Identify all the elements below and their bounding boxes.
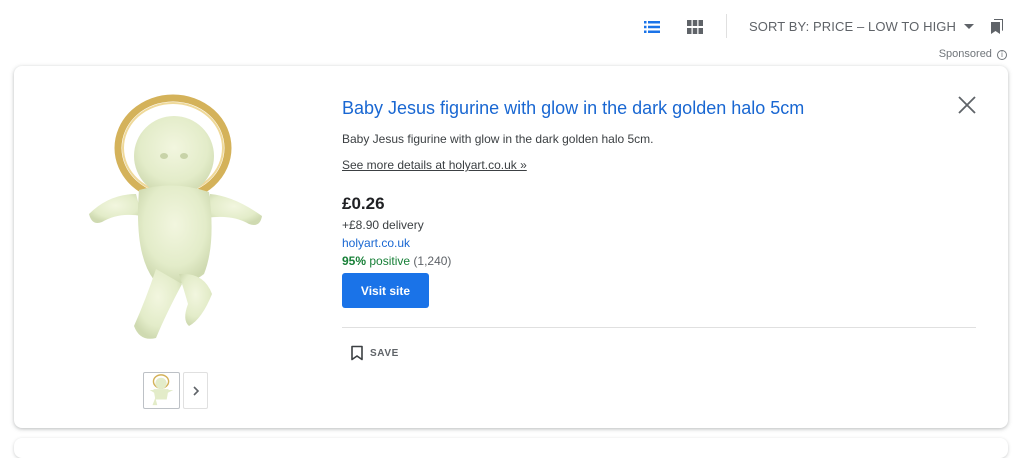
next-product-card	[14, 438, 1008, 458]
sponsored-text: Sponsored	[938, 48, 992, 60]
product-description: Baby Jesus figurine with glow in the dar…	[342, 132, 654, 146]
save-button[interactable]: SAVE	[350, 345, 399, 361]
sort-dropdown[interactable]: SORT BY: PRICE – LOW TO HIGH	[749, 19, 975, 34]
rating-count: (1,240)	[413, 254, 452, 268]
save-label: SAVE	[370, 347, 399, 359]
seller-rating: 95% positive (1,240)	[342, 254, 451, 268]
card-divider	[342, 327, 976, 328]
bookmark-icon	[351, 345, 363, 361]
product-thumbnail[interactable]	[143, 372, 180, 409]
sort-label: SORT BY: PRICE – LOW TO HIGH	[749, 19, 957, 34]
rating-label: positive	[369, 254, 411, 268]
results-toolbar: SORT BY: PRICE – LOW TO HIGH	[0, 0, 1024, 46]
sponsored-label: Sponsored i	[939, 48, 1007, 60]
chevron-down-icon	[964, 24, 975, 30]
delivery-cost: +£8.90 delivery	[342, 218, 424, 232]
product-card: Baby Jesus figurine with glow in the dar…	[14, 66, 1008, 428]
rating-percent: 95%	[342, 254, 367, 268]
product-image[interactable]	[84, 94, 274, 364]
visit-site-button[interactable]: Visit site	[342, 273, 429, 308]
chevron-right-icon	[192, 385, 199, 396]
product-price: £0.26	[342, 194, 385, 213]
list-view-icon[interactable]	[643, 18, 661, 36]
grid-view-icon[interactable]	[686, 18, 704, 36]
toolbar-divider	[726, 14, 727, 38]
thumbnail-image	[149, 374, 174, 406]
product-title[interactable]: Baby Jesus figurine with glow in the dar…	[342, 98, 804, 119]
bookmarks-icon[interactable]	[988, 17, 1006, 35]
close-icon[interactable]	[956, 94, 978, 116]
info-icon[interactable]: i	[997, 50, 1007, 60]
next-image-button[interactable]	[183, 372, 208, 409]
details-link[interactable]: See more details at holyart.co.uk »	[342, 158, 527, 172]
store-link[interactable]: holyart.co.uk	[342, 236, 410, 250]
